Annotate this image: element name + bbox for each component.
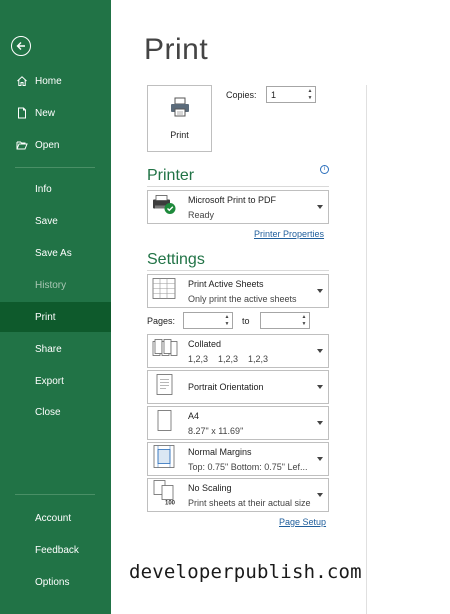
- sidebar-item-label: Print: [35, 311, 56, 323]
- paper-size-title: A4: [188, 411, 200, 421]
- collation-title: Collated: [188, 339, 222, 349]
- page-title: Print: [144, 33, 209, 66]
- copies-value: 1: [271, 90, 277, 100]
- print-button[interactable]: Print: [147, 85, 212, 152]
- print-what-title: Print Active Sheets: [188, 279, 264, 289]
- sidebar-item-history: History: [0, 270, 111, 300]
- spinner-arrows-icon[interactable]: ▲ ▼: [307, 88, 313, 102]
- watermark: developerpublish.com: [129, 561, 362, 583]
- pages-to-stepper[interactable]: ▲ ▼: [260, 312, 310, 329]
- scaling-100-icon: 100: [152, 480, 178, 511]
- sidebar-item-label: Info: [35, 183, 52, 195]
- collation-subtitle: 1,2,3 1,2,3 1,2,3: [188, 354, 269, 364]
- sidebar-item-home[interactable]: Home: [0, 66, 111, 96]
- sidebar-item-label: Open: [35, 139, 60, 151]
- margins-icon: [152, 445, 176, 474]
- sidebar-item-share[interactable]: Share: [0, 334, 111, 364]
- portrait-page-icon: [152, 374, 176, 401]
- sidebar-item-label: Options: [35, 576, 70, 588]
- home-icon: [15, 74, 29, 88]
- section-divider: [147, 270, 329, 271]
- sidebar-item-label: Home: [35, 75, 62, 87]
- chevron-down-icon: [317, 349, 323, 353]
- print-what-dropdown[interactable]: Print Active Sheets Only print the activ…: [147, 274, 329, 308]
- svg-text:100: 100: [165, 501, 176, 506]
- sidebar-divider: [15, 494, 95, 495]
- sidebar-item-print[interactable]: Print: [0, 302, 111, 332]
- sidebar-item-close[interactable]: Close: [0, 397, 111, 427]
- sidebar-item-label: Save As: [35, 247, 72, 259]
- collated-pages-icon: [152, 339, 178, 364]
- printer-status: Ready: [188, 210, 215, 220]
- printer-dropdown[interactable]: Microsoft Print to PDF Ready: [147, 190, 329, 224]
- open-folder-icon: [15, 138, 29, 152]
- scaling-dropdown[interactable]: 100 No Scaling Print sheets at their act…: [147, 478, 329, 512]
- collation-dropdown[interactable]: Collated 1,2,3 1,2,3 1,2,3: [147, 334, 329, 368]
- sidebar-item-feedback[interactable]: Feedback: [0, 535, 111, 565]
- printer-name: Microsoft Print to PDF: [188, 195, 277, 205]
- chevron-down-icon: [317, 289, 323, 293]
- spinner-arrows-icon[interactable]: ▲ ▼: [301, 314, 307, 328]
- sidebar-item-options[interactable]: Options: [0, 567, 111, 597]
- paper-size-icon: [152, 410, 176, 437]
- sidebar-item-label: Save: [35, 215, 58, 227]
- chevron-down-icon: [317, 493, 323, 497]
- sheets-grid-icon: [152, 278, 176, 305]
- sidebar-item-save[interactable]: Save: [0, 206, 111, 236]
- sidebar-item-new[interactable]: New: [0, 98, 111, 128]
- info-icon[interactable]: i: [320, 165, 329, 174]
- chevron-down-icon: [317, 385, 323, 389]
- copies-label: Copies:: [226, 90, 257, 100]
- sidebar-item-save-as[interactable]: Save As: [0, 238, 111, 268]
- page-setup-link[interactable]: Page Setup: [279, 517, 326, 527]
- new-document-icon: [15, 106, 29, 120]
- pages-label: Pages:: [147, 316, 176, 326]
- scaling-title: No Scaling: [188, 483, 232, 493]
- printer-properties-link[interactable]: Printer Properties: [254, 229, 324, 239]
- margins-dropdown[interactable]: Normal Margins Top: 0.75" Bottom: 0.75" …: [147, 442, 329, 476]
- print-button-label: Print: [170, 130, 189, 140]
- sidebar-item-label: Export: [35, 375, 64, 387]
- settings-heading: Settings: [147, 251, 205, 268]
- print-what-subtitle: Only print the active sheets: [188, 294, 297, 304]
- orientation-dropdown[interactable]: Portrait Orientation: [147, 370, 329, 404]
- chevron-down-icon: [317, 421, 323, 425]
- sidebar-item-label: Account: [35, 512, 72, 524]
- printer-ready-icon: [152, 194, 178, 221]
- sidebar-item-account[interactable]: Account: [0, 503, 111, 533]
- back-arrow-icon[interactable]: [11, 36, 31, 56]
- margins-subtitle: Top: 0.75" Bottom: 0.75" Lef...: [188, 462, 308, 472]
- sidebar-item-label: New: [35, 107, 56, 119]
- sidebar-item-info[interactable]: Info: [0, 174, 111, 204]
- section-divider: [147, 186, 329, 187]
- sidebar-item-label: Close: [35, 406, 61, 418]
- margins-title: Normal Margins: [188, 447, 252, 457]
- spinner-arrows-icon[interactable]: ▲ ▼: [224, 314, 230, 328]
- paper-size-dropdown[interactable]: A4 8.27" x 11.69": [147, 406, 329, 440]
- scaling-subtitle: Print sheets at their actual size: [188, 498, 311, 508]
- chevron-down-icon: [317, 457, 323, 461]
- sidebar-divider: [15, 167, 95, 168]
- preview-divider: [366, 85, 367, 614]
- sidebar-item-export[interactable]: Export: [0, 366, 111, 396]
- copies-stepper[interactable]: 1 ▲ ▼: [266, 86, 316, 103]
- backstage-sidebar: Home New Open Info Save Save As History …: [0, 0, 111, 614]
- orientation-title: Portrait Orientation: [188, 382, 264, 392]
- pages-from-stepper[interactable]: ▲ ▼: [183, 312, 233, 329]
- paper-size-subtitle: 8.27" x 11.69": [188, 426, 244, 436]
- printer-heading: Printer: [147, 167, 195, 184]
- chevron-down-icon: [317, 205, 323, 209]
- printer-icon: [169, 96, 191, 123]
- sidebar-item-label: Feedback: [35, 544, 79, 556]
- sidebar-item-label: Share: [35, 343, 62, 355]
- sidebar-item-open[interactable]: Open: [0, 130, 111, 160]
- pages-to-label: to: [242, 316, 250, 326]
- sidebar-item-label: History: [35, 279, 67, 291]
